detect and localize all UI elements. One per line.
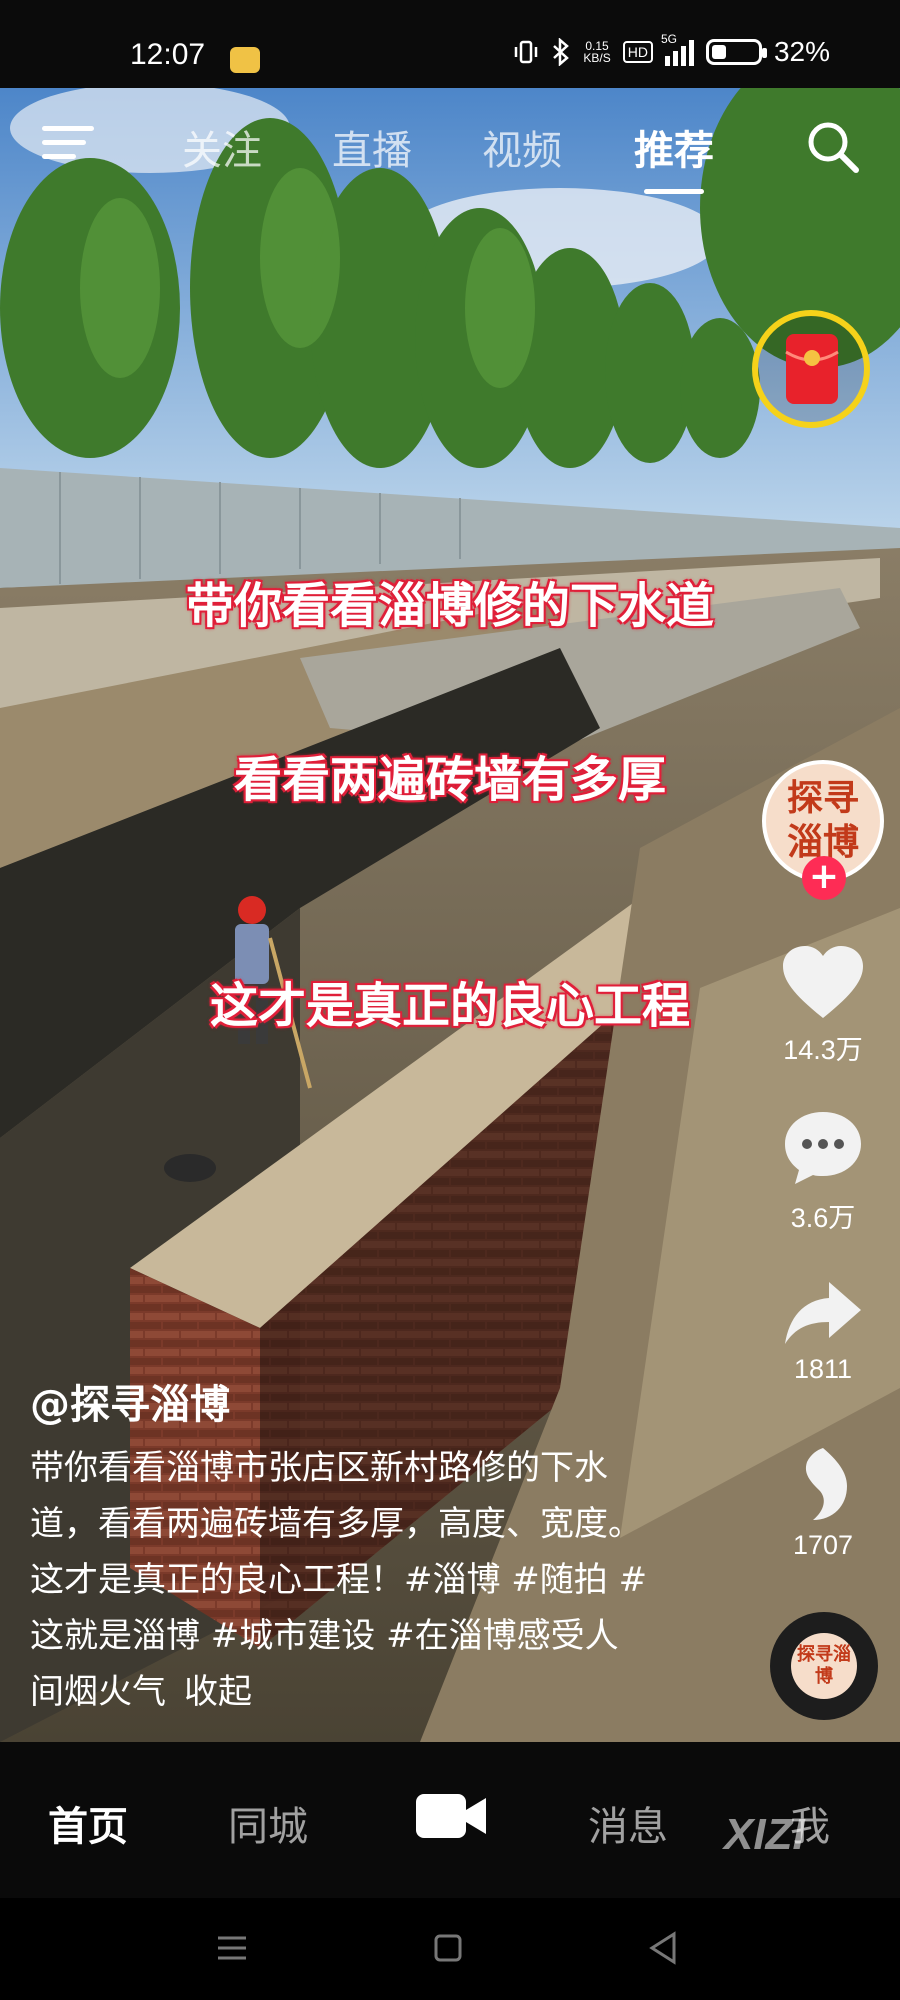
menu-icon[interactable]: [42, 126, 94, 166]
author-name[interactable]: @探寻淄博: [30, 1372, 230, 1430]
menu-nav-icon[interactable]: [212, 1928, 252, 1968]
notification-icon: [230, 47, 260, 73]
vibrate-icon: [515, 40, 538, 64]
nav-home[interactable]: 首页: [48, 1794, 128, 1852]
home-nav-icon[interactable]: [428, 1928, 468, 1968]
top-nav: 关注 直播 视频 推荐: [0, 110, 900, 194]
network-speed: 0.15 KB/S: [583, 40, 610, 64]
battery-percent: 32%: [773, 36, 830, 67]
tab-following[interactable]: 关注: [182, 118, 262, 176]
network-label: 5G: [660, 32, 677, 46]
follow-button[interactable]: +: [802, 856, 846, 900]
favorite-icon: [805, 1448, 847, 1520]
tab-recommended[interactable]: 推荐: [634, 118, 714, 194]
avatar-text: 探寻淄博: [786, 778, 859, 863]
heart-icon: [783, 946, 863, 1018]
watermark-logo: XIZI: [724, 1810, 805, 1859]
share-count: 1811: [793, 1354, 853, 1384]
red-packet-timer-icon[interactable]: [750, 308, 872, 430]
tab-live[interactable]: 直播: [332, 118, 412, 176]
favorite-count: 1707: [792, 1530, 854, 1560]
collapse-link[interactable]: 收起: [184, 1672, 252, 1712]
nav-messages[interactable]: 消息: [588, 1794, 668, 1852]
comment-count: 3.6万: [790, 1203, 856, 1233]
comment-icon: [785, 1112, 861, 1184]
search-icon[interactable]: [804, 118, 862, 176]
share-icon: [785, 1282, 861, 1344]
comment-button[interactable]: 3.6万: [760, 1108, 886, 1235]
caption-line-1: 带你看看淄博修的下水道: [185, 578, 714, 634]
music-disc[interactable]: 探寻淄博: [770, 1612, 878, 1720]
post-description: 带你看看淄博市张店区新村路修的下水道，看看两遍砖墙有多厚，高度、宽度。这才是真正…: [30, 1440, 650, 1720]
tab-video[interactable]: 视频: [482, 118, 562, 176]
hd-badge: HD: [622, 41, 653, 63]
back-nav-icon[interactable]: [644, 1928, 684, 1968]
music-disc-label: 探寻淄博: [791, 1633, 857, 1699]
like-count: 14.3万: [783, 1035, 863, 1065]
share-button[interactable]: 1811: [760, 1280, 886, 1385]
network-speed-unit: KB/S: [583, 51, 611, 65]
nav-nearby[interactable]: 同城: [228, 1794, 308, 1852]
battery-icon: [705, 39, 767, 65]
camera-icon[interactable]: [414, 1788, 488, 1844]
bluetooth-icon: [553, 38, 570, 66]
favorite-button[interactable]: 1707: [760, 1446, 886, 1561]
signal-icon: 5G: [661, 32, 694, 66]
description-text: 带你看看淄博市张店区新村路修的下水道，看看两遍砖墙有多厚，高度、宽度。这才是真正…: [30, 1448, 648, 1712]
system-nav-bar: [0, 1898, 900, 2000]
status-time: 12:07: [130, 38, 206, 71]
like-button[interactable]: 14.3万: [760, 944, 886, 1067]
status-right: 0.15 KB/S HD 5G 32%: [513, 32, 830, 68]
status-bar: 12:07 0.15 KB/S HD 5G 32%: [0, 0, 900, 88]
